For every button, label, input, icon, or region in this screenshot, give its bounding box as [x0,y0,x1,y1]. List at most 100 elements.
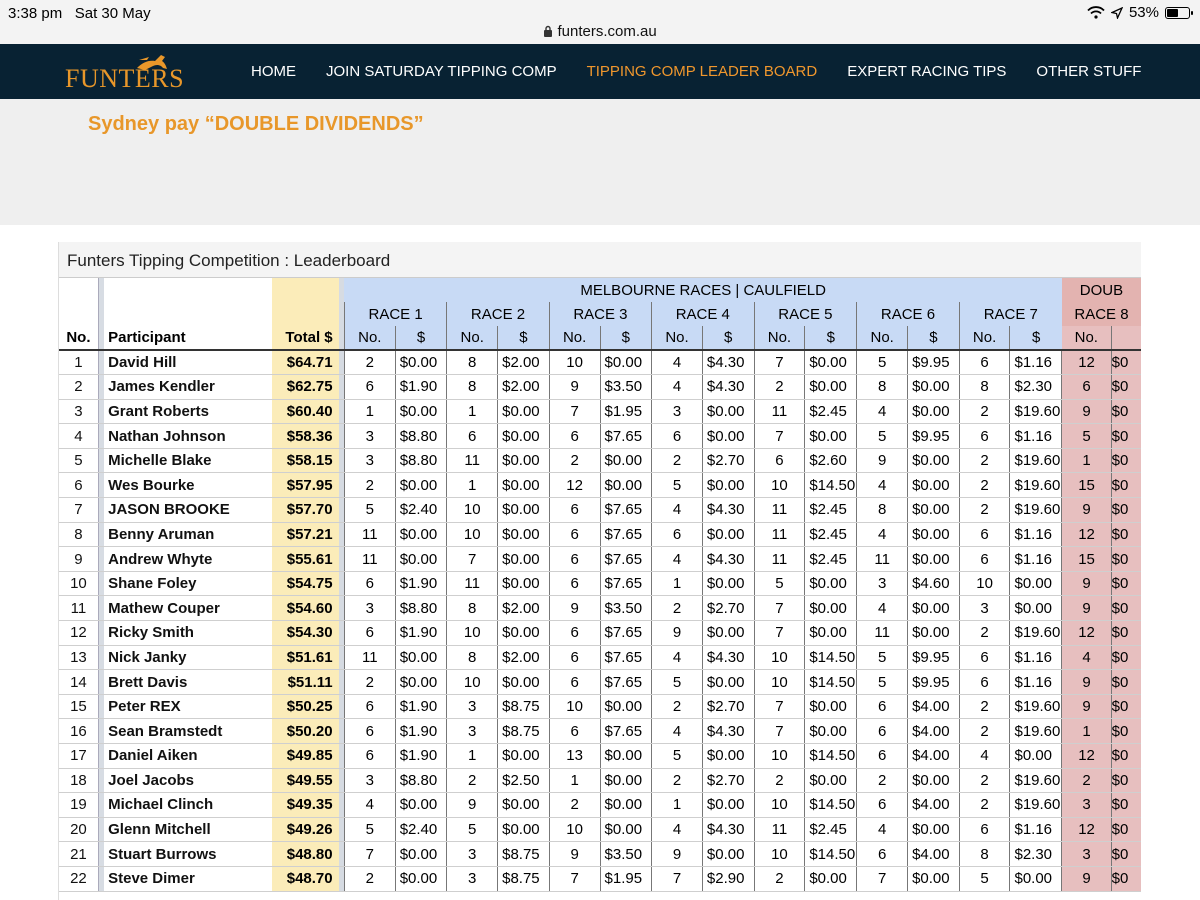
row-race-5-amount: $2.60 [804,448,857,474]
header-race-7-no: No. [958,326,1010,351]
nav-item-join-saturday-tipping-comp[interactable]: JOIN SATURDAY TIPPING COMP [311,63,572,80]
wifi-icon [1087,6,1105,19]
nav-item-expert-racing-tips[interactable]: EXPERT RACING TIPS [832,63,1021,80]
row-race-5-pick: 11 [753,546,805,572]
row-race-3-pick: 10 [548,817,601,843]
address-bar[interactable]: funters.com.au [0,23,1200,40]
table-row[interactable]: 6 Wes Bourke $57.95 2 $0.00 1 $0.00 12 $0.00 5 $0.… [59,472,1141,499]
table-row[interactable]: 22 Steve Dimer $48.70 2 $0.00 3 $8.75 7 $1.95 7 $2… [59,866,1141,892]
row-rank: 11 [59,595,99,622]
header-rank: No. [59,326,99,351]
nav-item-other-stuff[interactable]: OTHER STUFF [1021,63,1156,80]
row-race-1-pick: 6 [343,743,396,769]
header-race-3-amount: $ [599,326,652,351]
table-row[interactable]: 5 Michelle Blake $58.15 3 $8.80 11 $0.00 2 $0.00… [59,448,1141,474]
row-participant: Grant Roberts [104,399,273,425]
header-total: Total $ [272,326,339,351]
row-race-2-pick: 3 [446,866,498,892]
row-race-6-pick: 5 [856,645,908,671]
row-race-3-pick: 6 [548,497,601,523]
row-race-4-pick: 1 [651,571,703,597]
header-race-3-no: No. [548,326,601,351]
row-race-3-amount: $0.00 [599,350,652,376]
row-race-8-amount: $0 [1110,645,1141,671]
header-race-5-no: No. [753,326,805,351]
row-race-5-pick: 10 [753,472,805,499]
row-total: $49.55 [272,768,339,794]
row-race-3-amount: $7.65 [599,522,652,548]
row-race-4-pick: 5 [651,472,703,499]
row-race-6-pick: 6 [856,694,908,720]
row-race-8-pick: 12 [1061,817,1112,843]
row-race-5-amount: $2.45 [804,546,857,572]
row-race-4-amount: $2.70 [701,768,755,794]
table-row[interactable]: 18 Joel Jacobs $49.55 3 $8.80 2 $2.50 1 $0.00 2 $2… [59,768,1141,794]
row-race-5-amount: $0.00 [804,350,857,376]
table-row[interactable]: 19 Michael Clinch $49.35 4 $0.00 9 $0.00 2 $0.00… [59,792,1141,818]
row-race-5-pick: 7 [753,423,805,449]
row-race-3-amount: $7.65 [599,718,652,744]
table-row[interactable]: 3 Grant Roberts $60.40 1 $0.00 1 $0.00 7 $1.95 3 $… [59,399,1141,425]
row-race-6-amount: $4.00 [907,694,960,720]
row-race-1-amount: $8.80 [394,768,447,794]
row-race-8-amount: $0 [1110,399,1141,425]
table-row[interactable]: 20 Glenn Mitchell $49.26 5 $2.40 5 $0.00 10 $0.0… [59,817,1141,843]
table-row[interactable]: 10 Shane Foley $54.75 6 $1.90 11 $0.00 6 $7.65 1 $… [59,571,1141,597]
table-row[interactable]: 11 Mathew Couper $54.60 3 $8.80 8 $2.00 9 $3.50 2… [59,595,1141,622]
row-race-7-pick: 2 [958,792,1010,818]
row-race-1-amount: $0.00 [394,350,447,376]
row-race-7-pick: 2 [958,768,1010,794]
row-race-2-amount: $0.00 [497,743,550,769]
table-row[interactable]: 2 James Kendler $62.75 6 $1.90 8 $2.00 9 $3.50 4 $… [59,374,1141,400]
row-rank: 13 [59,645,99,671]
row-race-8-amount: $0 [1110,571,1141,597]
funters-logo[interactable]: FUNTERS [65,52,184,94]
battery-text: 53% [1128,4,1159,21]
table-row[interactable]: 21 Stuart Burrows $48.80 7 $0.00 3 $8.75 9 $3.50… [59,841,1141,867]
table-row[interactable]: 12 Ricky Smith $54.30 6 $1.90 10 $0.00 6 $7.65 9 $… [59,620,1141,646]
row-race-4-pick: 5 [651,669,703,695]
table-row[interactable]: 7 JASON BROOKE $57.70 5 $2.40 10 $0.00 6 $7.65 4 $… [59,497,1141,523]
table-row[interactable]: 4 Nathan Johnson $58.36 3 $8.80 6 $0.00 6 $7.65 6… [59,423,1141,449]
row-race-5-amount: $2.45 [804,817,857,843]
row-race-7-amount: $1.16 [1009,423,1062,449]
row-race-8-pick: 3 [1061,841,1112,867]
status-right: 53% [1087,4,1193,21]
table-row[interactable]: 13 Nick Janky $51.61 11 $0.00 8 $2.00 6 $7.65 4 $4… [59,645,1141,671]
row-race-8-pick: 9 [1061,595,1112,622]
row-participant: Steve Dimer [104,866,273,892]
table-row[interactable]: 15 Peter REX $50.25 6 $1.90 3 $8.75 10 $0.00 2 $2.… [59,694,1141,720]
row-race-2-pick: 1 [446,472,498,499]
row-race-7-amount: $2.30 [1009,841,1062,867]
nav-item-home[interactable]: HOME [236,63,311,80]
row-participant: JASON BROOKE [104,497,273,523]
table-row[interactable]: 16 Sean Bramstedt $50.20 6 $1.90 3 $8.75 6 $7.65… [59,718,1141,744]
row-race-1-pick: 11 [343,522,396,548]
table-row[interactable]: 14 Brett Davis $51.11 2 $0.00 10 $0.00 6 $7.65 5 $… [59,669,1141,695]
row-participant: Daniel Aiken [104,743,273,769]
row-race-1-amount: $0.00 [394,841,447,867]
row-race-4-pick: 4 [651,645,703,671]
row-race-1-pick: 3 [343,448,396,474]
row-race-4-amount: $4.30 [701,546,755,572]
table-row[interactable]: 17 Daniel Aiken $49.85 6 $1.90 1 $0.00 13 $0.00 5… [59,743,1141,769]
row-race-7-amount: $19.60 [1009,718,1062,744]
row-participant: Shane Foley [104,571,273,597]
row-total: $57.95 [272,472,339,499]
row-race-4-pick: 9 [651,841,703,867]
row-race-4-amount: $4.30 [701,497,755,523]
row-race-6-amount: $9.95 [907,423,960,449]
row-race-3-pick: 2 [548,792,601,818]
table-row[interactable]: 1 David Hill $64.71 2 $0.00 8 $2.00 10 $0.00 4 $4.… [59,350,1141,376]
nav-item-tipping-comp-leader-board[interactable]: TIPPING COMP LEADER BOARD [572,63,833,80]
row-race-1-amount: $1.90 [394,718,447,744]
row-race-6-pick: 7 [856,866,908,892]
row-race-5-pick: 5 [753,571,805,597]
row-race-2-pick: 1 [446,399,498,425]
nav-menu: HOME JOIN SATURDAY TIPPING COMP TIPPING CO… [236,44,1156,99]
row-race-1-pick: 3 [343,423,396,449]
table-row[interactable]: 8 Benny Aruman $57.21 11 $0.00 10 $0.00 6 $7.65 6… [59,522,1141,548]
row-race-4-pick: 4 [651,817,703,843]
table-row[interactable]: 9 Andrew Whyte $55.61 11 $0.00 7 $0.00 6 $7.65 4 $… [59,546,1141,572]
row-race-5-pick: 10 [753,743,805,769]
